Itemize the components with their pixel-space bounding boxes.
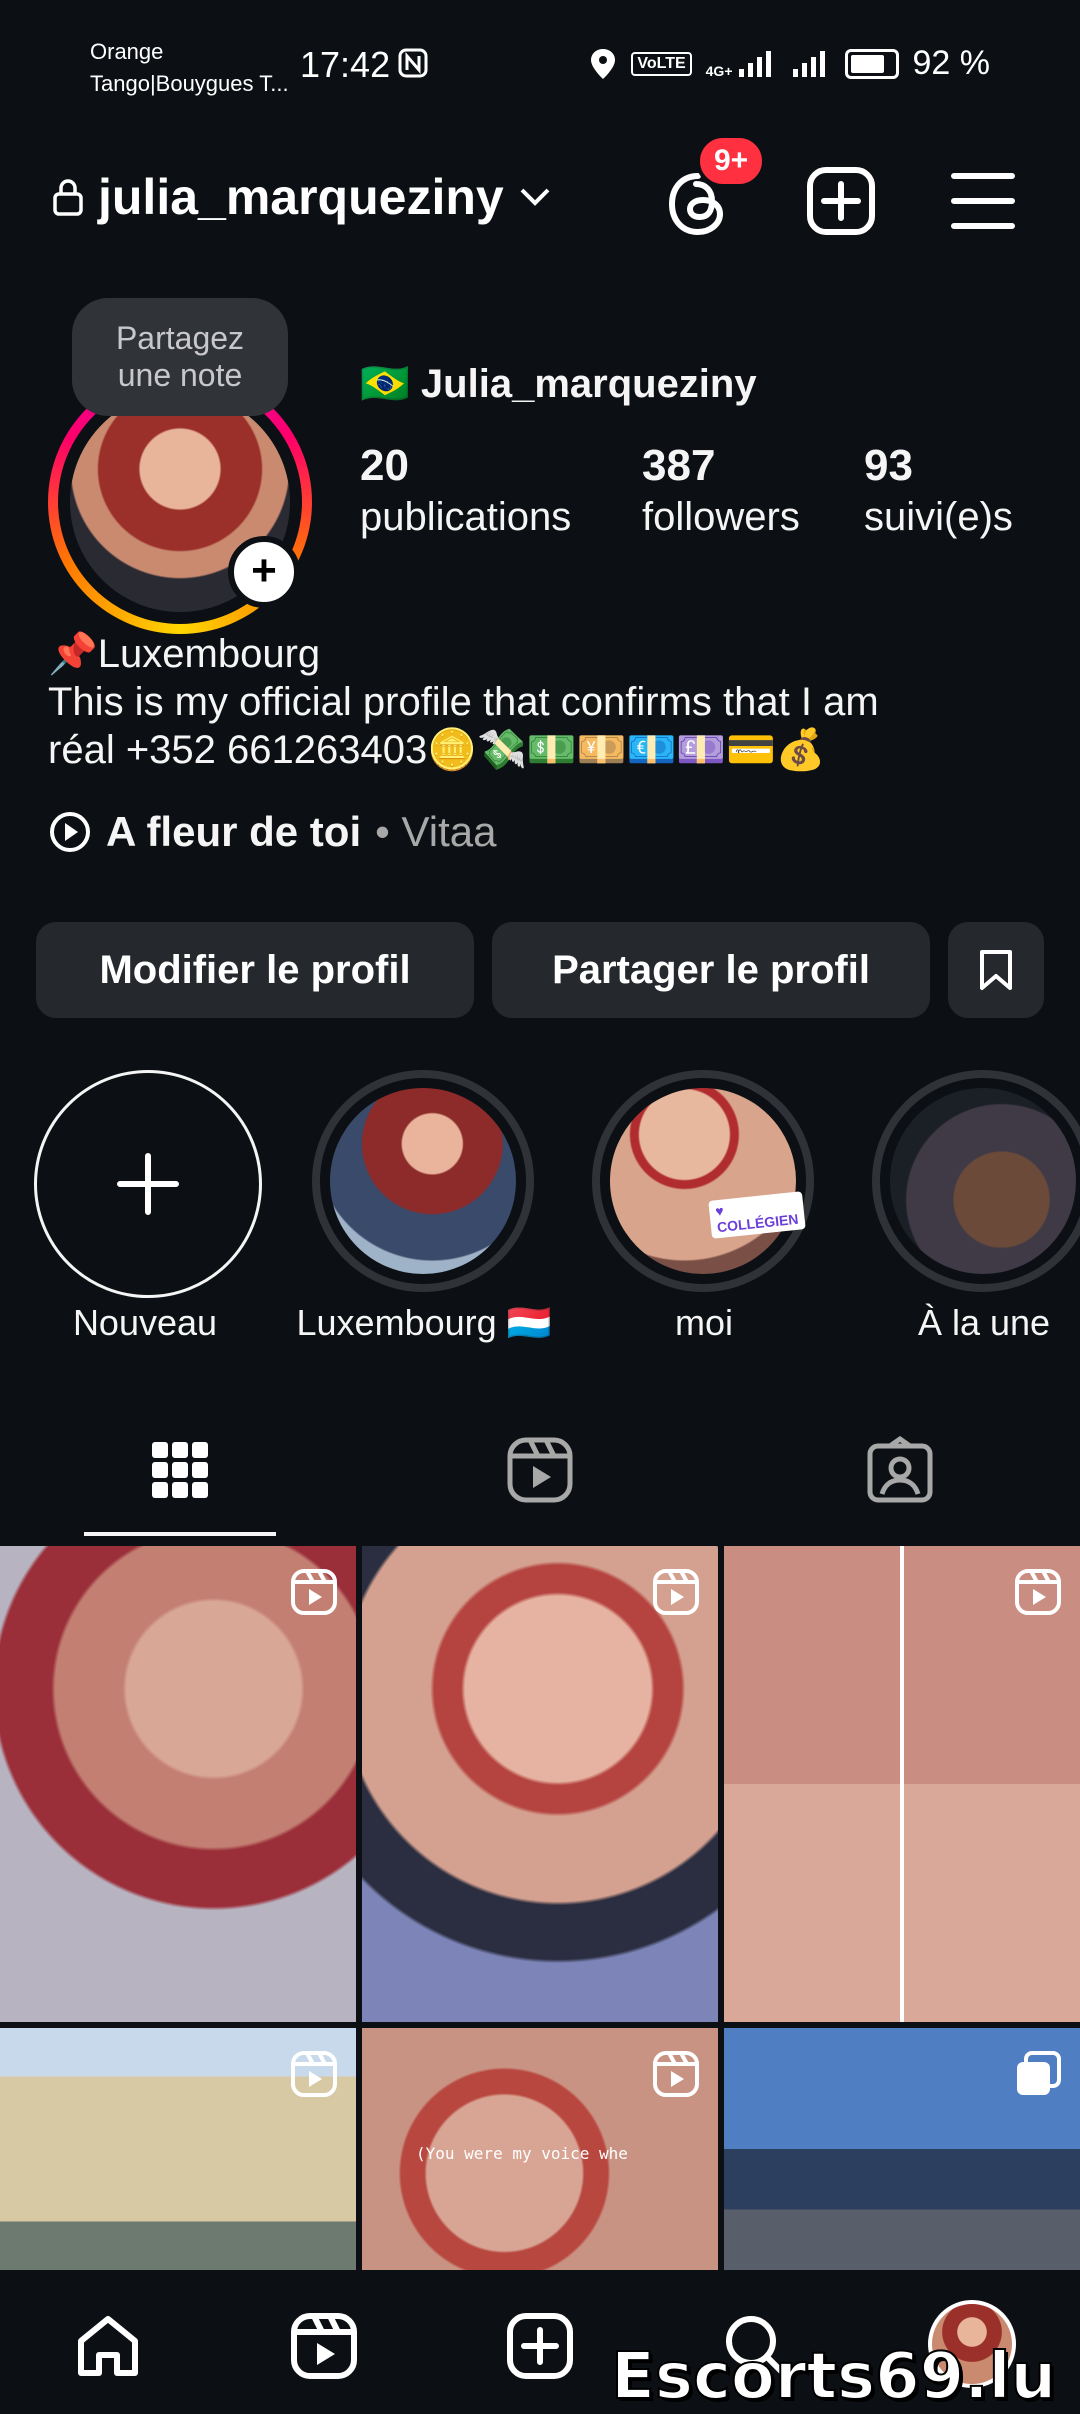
reel-indicator-icon — [291, 2051, 337, 2097]
post-thumbnail[interactable] — [0, 1546, 356, 2022]
plus-icon — [117, 1153, 179, 1215]
username: julia_marqueziny — [98, 169, 504, 225]
grid-icon — [152, 1442, 208, 1498]
highlight-sticker: ♥ COLLÉGIEN — [708, 1191, 806, 1239]
status-icons: VoLTE 4G+ 92 % — [589, 44, 990, 83]
post-thumbnail[interactable] — [0, 2028, 356, 2270]
note-placeholder: Partagez une note — [115, 320, 245, 393]
edit-profile-button[interactable]: Modifier le profil — [36, 922, 474, 1018]
posts-count: 20 — [360, 441, 409, 490]
nav-reels[interactable] — [284, 2306, 364, 2386]
notification-badge: 9+ — [696, 134, 767, 188]
location-icon — [591, 48, 616, 79]
highlight-label: Luxembourg 🇱🇺 — [296, 1302, 552, 1343]
saved-button[interactable] — [948, 922, 1044, 1018]
following-label: suivi(e)s — [864, 495, 1013, 539]
watermark: Escorts69.lu — [610, 2339, 1057, 2414]
battery-icon — [844, 48, 899, 79]
tab-grid[interactable] — [120, 1430, 240, 1510]
music-artist: • Vitaa — [375, 808, 497, 855]
stat-followers[interactable]: 387 followers — [642, 440, 800, 542]
reel-indicator-icon — [653, 1569, 699, 1615]
post-thumbnail[interactable] — [724, 2028, 1080, 2270]
add-story-button[interactable]: + — [228, 536, 300, 608]
share-note-bubble[interactable]: Partagez une note — [72, 298, 288, 416]
nav-home[interactable] — [68, 2306, 148, 2386]
stat-posts[interactable]: 20 publications — [360, 440, 571, 542]
tagged-user-icon — [867, 1436, 933, 1503]
tab-reels[interactable] — [480, 1430, 600, 1510]
bio-location: 📌Luxembourg — [48, 632, 321, 676]
carousel-indicator-icon — [1017, 2051, 1061, 2095]
posts-label: publications — [360, 495, 572, 539]
highlight-moi[interactable]: ♥ COLLÉGIEN — [592, 1070, 814, 1292]
followers-count: 387 — [642, 441, 716, 490]
highlight-label: À la une — [917, 1302, 1051, 1343]
highlight-label: moi — [674, 1302, 733, 1343]
nfc-icon — [398, 48, 428, 83]
create-button[interactable] — [806, 166, 876, 241]
display-name: 🇧🇷 Julia_marqueziny — [360, 362, 757, 406]
post-caption-overlay: (You were my voice whe — [416, 2144, 628, 2163]
reel-indicator-icon — [653, 2051, 699, 2097]
bookmark-icon — [980, 950, 1012, 990]
reels-icon — [291, 2313, 357, 2379]
post-thumbnail[interactable]: (You were my voice whe — [362, 2028, 718, 2270]
signal-icon: 4G+ — [706, 49, 777, 79]
carrier-info: Orange Tango|Bouygues T... — [90, 36, 289, 100]
carrier-name: Orange — [90, 39, 164, 64]
reel-indicator-icon — [1015, 1569, 1061, 1615]
highlight-cover — [890, 1088, 1076, 1274]
highlight-cover — [330, 1088, 516, 1274]
battery-percent: 92 % — [912, 44, 991, 82]
hamburger-icon — [951, 173, 1015, 229]
tab-tagged[interactable] — [840, 1430, 960, 1510]
plus-square-icon — [807, 167, 875, 235]
volte-icon: VoLTE — [631, 51, 692, 76]
threads-button[interactable]: 9+ — [662, 134, 767, 240]
post-thumbnail[interactable] — [362, 1546, 718, 2022]
chevron-down-icon — [520, 188, 550, 206]
reel-indicator-icon — [291, 1569, 337, 1615]
home-icon — [78, 2316, 138, 2376]
carrier-name-secondary: Tango|Bouygues T... — [90, 71, 289, 96]
account-switcher[interactable]: julia_marqueziny — [52, 168, 552, 226]
stat-following[interactable]: 93 suivi(e)s — [864, 440, 1013, 542]
active-tab-indicator — [84, 1532, 276, 1536]
plus-square-icon — [507, 2313, 573, 2379]
signal-icon-secondary — [792, 50, 825, 77]
highlight-featured[interactable] — [872, 1070, 1080, 1292]
highlight-luxembourg[interactable] — [312, 1070, 534, 1292]
reels-icon — [507, 1437, 573, 1503]
music-title: A fleur de toi — [106, 808, 362, 855]
following-count: 93 — [864, 441, 913, 490]
profile-music[interactable]: A fleur de toi • Vitaa — [48, 808, 496, 856]
new-highlight-button[interactable] — [34, 1070, 262, 1298]
bio-text: This is my official profile that confirm… — [48, 680, 879, 724]
menu-button[interactable] — [950, 170, 1016, 237]
post-thumbnail[interactable] — [724, 1546, 1080, 2022]
share-profile-button[interactable]: Partager le profil — [492, 922, 930, 1018]
highlight-cover: ♥ COLLÉGIEN — [610, 1088, 806, 1274]
lock-icon — [53, 179, 83, 216]
play-circle-icon — [50, 812, 90, 852]
bio-text-continued: réal +352 661263403🪙💸💵💴💶💷💳💰 — [48, 728, 826, 772]
clock: 17:42 — [300, 44, 391, 85]
profile-bio: 📌Luxembourg This is my official profile … — [48, 630, 1048, 774]
followers-label: followers — [642, 495, 800, 539]
nav-create[interactable] — [500, 2306, 580, 2386]
highlight-label: Nouveau — [72, 1302, 218, 1343]
